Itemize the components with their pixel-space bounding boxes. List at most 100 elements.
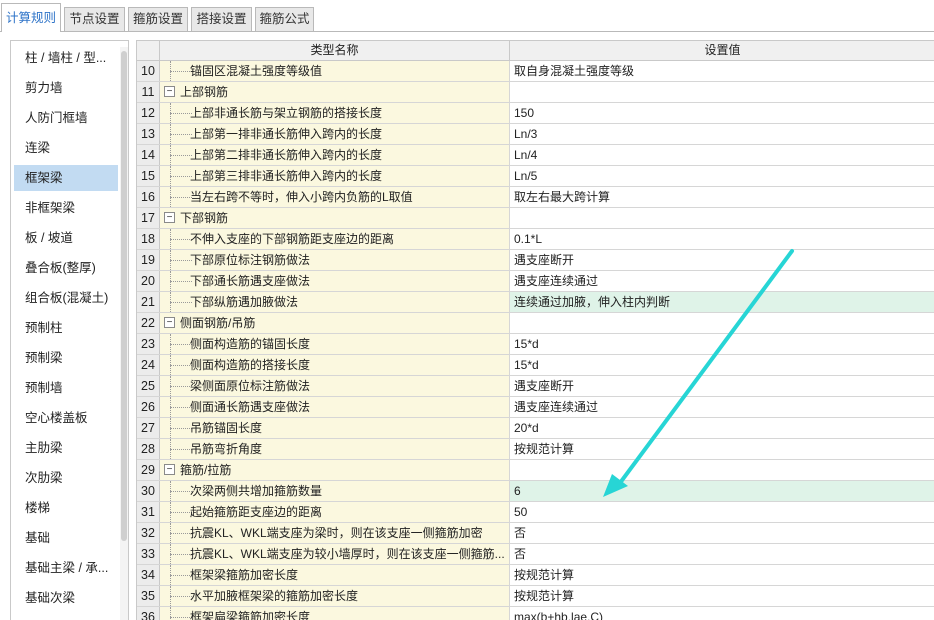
component-list-item[interactable]: 预制墙 bbox=[14, 375, 118, 401]
tab-lap-settings[interactable]: 搭接设置 bbox=[191, 7, 252, 31]
component-list-item[interactable]: 基础主梁 / 承... bbox=[14, 555, 118, 581]
type-name-cell: − 侧面钢筋/吊筋 bbox=[160, 313, 510, 333]
component-list-item[interactable]: 组合板(混凝土) bbox=[14, 285, 118, 311]
setting-value-cell[interactable]: 15*d bbox=[510, 334, 934, 354]
left-list-scroll-thumb[interactable] bbox=[121, 51, 127, 541]
component-list-item[interactable]: 叠合板(整厚) bbox=[14, 255, 118, 281]
component-list-item[interactable]: 空心楼盖板 bbox=[14, 405, 118, 431]
setting-row[interactable]: 26 侧面通长筋遇支座做法 遇支座连续通过 bbox=[137, 397, 934, 418]
setting-row[interactable]: 27 吊筋锚固长度 20*d bbox=[137, 418, 934, 439]
setting-row[interactable]: 25 梁侧面原位标注筋做法 遇支座断开 bbox=[137, 376, 934, 397]
setting-value-cell[interactable]: Ln/3 bbox=[510, 124, 934, 144]
row-number: 15 bbox=[137, 166, 160, 186]
setting-value-cell[interactable]: 0.1*L bbox=[510, 229, 934, 249]
setting-value-cell[interactable]: 取自身混凝土强度等级 bbox=[510, 61, 934, 81]
type-name-cell: 梁侧面原位标注筋做法 bbox=[160, 376, 510, 396]
setting-row[interactable]: 30 次梁两侧共增加箍筋数量 6 bbox=[137, 481, 934, 502]
tab-stirrup-settings[interactable]: 箍筋设置 bbox=[128, 7, 188, 31]
setting-row[interactable]: 12 上部非通长筋与架立钢筋的搭接长度 150 bbox=[137, 103, 934, 124]
setting-row[interactable]: 24 侧面构造筋的搭接长度 15*d bbox=[137, 355, 934, 376]
setting-value-cell[interactable]: Ln/5 bbox=[510, 166, 934, 186]
setting-row[interactable]: 36 框架扁梁箍筋加密长度 max(b+hb,lae,C) bbox=[137, 607, 934, 620]
setting-row[interactable]: 34 框架梁箍筋加密长度 按规范计算 bbox=[137, 565, 934, 586]
component-list-item[interactable]: 非框架梁 bbox=[14, 195, 118, 221]
left-list-scrollbar[interactable] bbox=[120, 47, 128, 620]
collapse-minus-icon[interactable]: − bbox=[164, 86, 175, 97]
header-type-name: 类型名称 bbox=[160, 41, 510, 61]
tab-stirrup-formula[interactable]: 箍筋公式 bbox=[255, 7, 314, 31]
component-list-item[interactable]: 柱 / 墙柱 / 型... bbox=[14, 45, 118, 71]
setting-value-cell[interactable]: Ln/4 bbox=[510, 145, 934, 165]
setting-row[interactable]: 28 吊筋弯折角度 按规范计算 bbox=[137, 439, 934, 460]
setting-value-cell[interactable]: 按规范计算 bbox=[510, 565, 934, 585]
type-name-cell: 框架扁梁箍筋加密长度 bbox=[160, 607, 510, 620]
setting-label: 上部非通长筋与架立钢筋的搭接长度 bbox=[190, 106, 383, 120]
setting-row[interactable]: 32 抗震KL、WKL端支座为梁时，则在该支座一侧箍筋加密 否 bbox=[137, 523, 934, 544]
setting-row[interactable]: 23 侧面构造筋的锚固长度 15*d bbox=[137, 334, 934, 355]
setting-value-cell[interactable]: 否 bbox=[510, 544, 934, 564]
setting-value-cell[interactable]: 150 bbox=[510, 103, 934, 123]
setting-row[interactable]: 15 上部第三排非通长筋伸入跨内的长度 Ln/5 bbox=[137, 166, 934, 187]
setting-value-cell[interactable]: 6 bbox=[510, 481, 934, 501]
setting-value-cell[interactable] bbox=[510, 313, 934, 333]
group-row[interactable]: 29− 箍筋/拉筋 bbox=[137, 460, 934, 481]
setting-row[interactable]: 14 上部第二排非通长筋伸入跨内的长度 Ln/4 bbox=[137, 145, 934, 166]
row-number: 18 bbox=[137, 229, 160, 249]
type-name-cell: 下部纵筋遇加腋做法 bbox=[160, 292, 510, 312]
type-name-cell: 吊筋弯折角度 bbox=[160, 439, 510, 459]
component-list-item[interactable]: 板 / 坡道 bbox=[14, 225, 118, 251]
setting-value-cell[interactable]: 50 bbox=[510, 502, 934, 522]
setting-label: 上部第一排非通长筋伸入跨内的长度 bbox=[190, 127, 383, 141]
setting-label: 侧面构造筋的锚固长度 bbox=[190, 337, 311, 351]
group-row[interactable]: 17− 下部钢筋 bbox=[137, 208, 934, 229]
setting-value-cell[interactable]: 遇支座断开 bbox=[510, 376, 934, 396]
setting-value-cell[interactable]: 遇支座断开 bbox=[510, 250, 934, 270]
component-list-item[interactable]: 次肋梁 bbox=[14, 465, 118, 491]
component-list-item[interactable]: 连梁 bbox=[14, 135, 118, 161]
collapse-minus-icon[interactable]: − bbox=[164, 212, 175, 223]
setting-row[interactable]: 35 水平加腋框架梁的箍筋加密长度 按规范计算 bbox=[137, 586, 934, 607]
setting-row[interactable]: 20 下部通长筋遇支座做法 遇支座连续通过 bbox=[137, 271, 934, 292]
setting-value-cell[interactable]: 遇支座连续通过 bbox=[510, 271, 934, 291]
row-number: 30 bbox=[137, 481, 160, 501]
setting-label: 吊筋弯折角度 bbox=[190, 442, 263, 456]
setting-value-cell[interactable]: 15*d bbox=[510, 355, 934, 375]
component-list-item[interactable]: 框架梁 bbox=[14, 165, 118, 191]
setting-row[interactable]: 19 下部原位标注钢筋做法 遇支座断开 bbox=[137, 250, 934, 271]
setting-row[interactable]: 21 下部纵筋遇加腋做法 连续通过加腋，伸入柱内判断 bbox=[137, 292, 934, 313]
setting-row[interactable]: 18 不伸入支座的下部钢筋距支座边的距离 0.1*L bbox=[137, 229, 934, 250]
tab-node-settings[interactable]: 节点设置 bbox=[64, 7, 125, 31]
setting-value-cell[interactable]: 按规范计算 bbox=[510, 586, 934, 606]
setting-row[interactable]: 31 起始箍筋距支座边的距离 50 bbox=[137, 502, 934, 523]
setting-value-cell[interactable]: 连续通过加腋，伸入柱内判断 bbox=[510, 292, 934, 312]
setting-value-cell[interactable]: 20*d bbox=[510, 418, 934, 438]
setting-row[interactable]: 16 当左右跨不等时，伸入小跨内负筋的L取值 取左右最大跨计算 bbox=[137, 187, 934, 208]
setting-value-cell[interactable]: 取左右最大跨计算 bbox=[510, 187, 934, 207]
setting-row[interactable]: 33 抗震KL、WKL端支座为较小墙厚时，则在该支座一侧箍筋... 否 bbox=[137, 544, 934, 565]
settings-grid: 类型名称 设置值 10 锚固区混凝土强度等级值 取自身混凝土强度等级 11− 上部钢筋 1… bbox=[136, 40, 934, 620]
setting-value-cell[interactable] bbox=[510, 460, 934, 480]
row-number: 35 bbox=[137, 586, 160, 606]
group-row[interactable]: 11− 上部钢筋 bbox=[137, 82, 934, 103]
tab-calculation-rules[interactable]: 计算规则 bbox=[1, 3, 61, 32]
component-list-item[interactable]: 基础次梁 bbox=[14, 585, 118, 611]
setting-value-cell[interactable]: 遇支座连续通过 bbox=[510, 397, 934, 417]
setting-label: 当左右跨不等时，伸入小跨内负筋的L取值 bbox=[190, 190, 413, 204]
setting-value-cell[interactable] bbox=[510, 82, 934, 102]
component-list-item[interactable]: 预制柱 bbox=[14, 315, 118, 341]
setting-row[interactable]: 13 上部第一排非通长筋伸入跨内的长度 Ln/3 bbox=[137, 124, 934, 145]
component-list-item[interactable]: 主肋梁 bbox=[14, 435, 118, 461]
collapse-minus-icon[interactable]: − bbox=[164, 317, 175, 328]
setting-value-cell[interactable] bbox=[510, 208, 934, 228]
component-list-item[interactable]: 预制梁 bbox=[14, 345, 118, 371]
group-row[interactable]: 22− 侧面钢筋/吊筋 bbox=[137, 313, 934, 334]
component-list-item[interactable]: 剪力墙 bbox=[14, 75, 118, 101]
setting-value-cell[interactable]: 否 bbox=[510, 523, 934, 543]
component-list-item[interactable]: 楼梯 bbox=[14, 495, 118, 521]
setting-row[interactable]: 10 锚固区混凝土强度等级值 取自身混凝土强度等级 bbox=[137, 61, 934, 82]
setting-value-cell[interactable]: 按规范计算 bbox=[510, 439, 934, 459]
component-list-item[interactable]: 人防门框墙 bbox=[14, 105, 118, 131]
component-list-item[interactable]: 基础 bbox=[14, 525, 118, 551]
collapse-minus-icon[interactable]: − bbox=[164, 464, 175, 475]
setting-value-cell[interactable]: max(b+hb,lae,C) bbox=[510, 607, 934, 620]
